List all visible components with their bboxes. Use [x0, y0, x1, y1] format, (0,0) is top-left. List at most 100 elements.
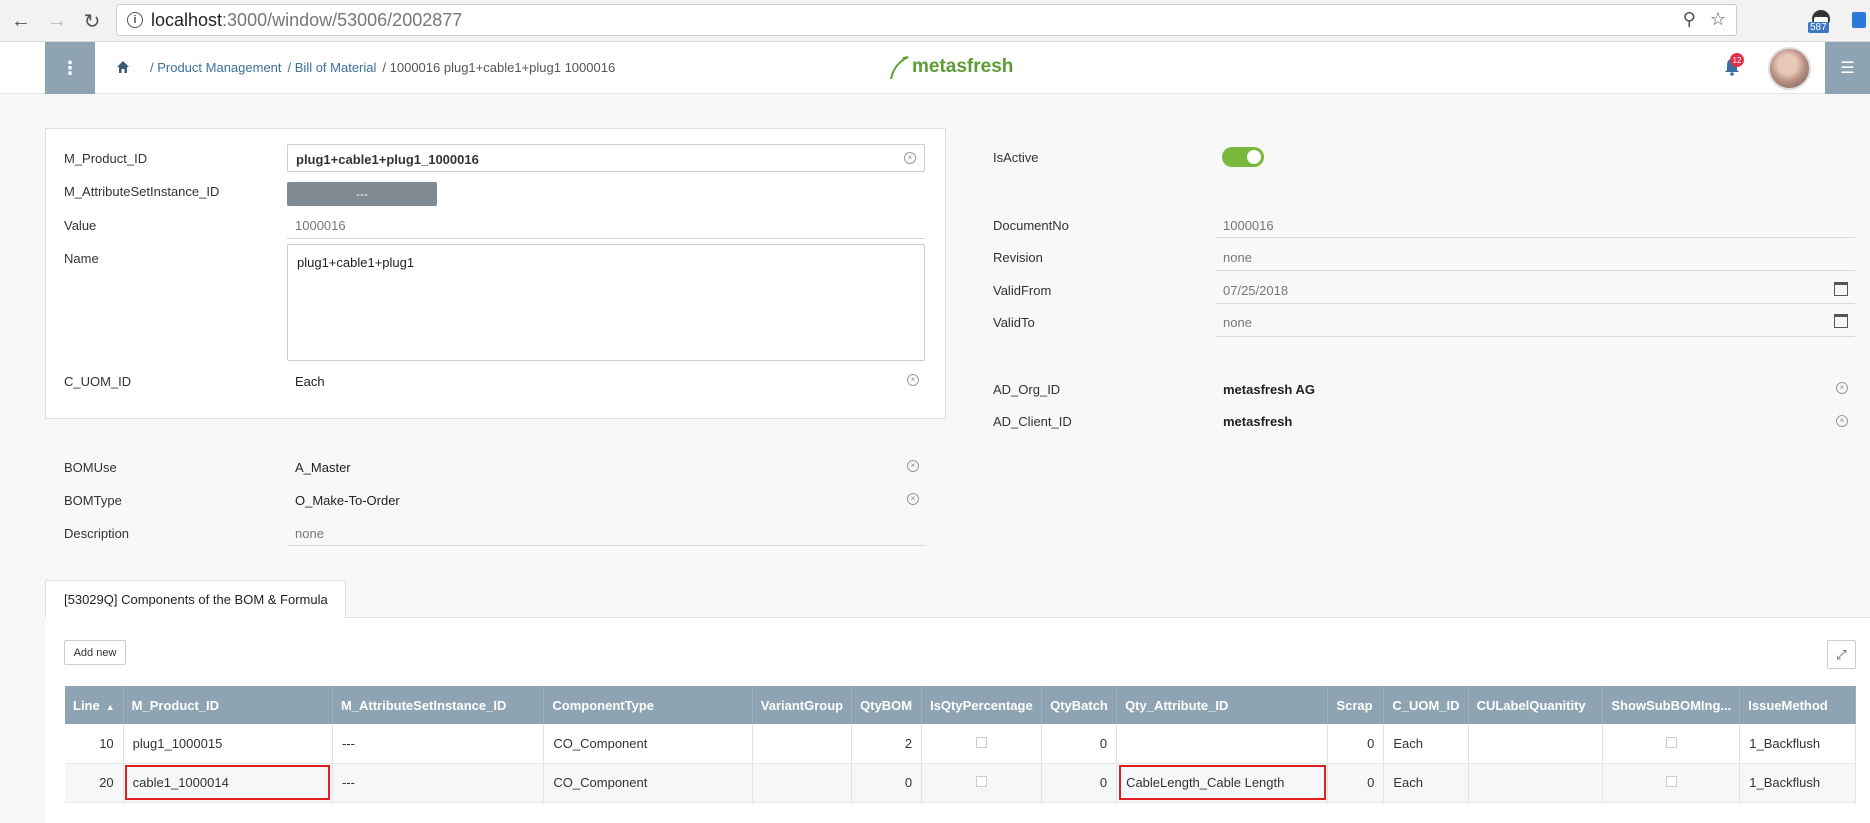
tab-bom-components[interactable]: [53029Q] Components of the BOM & Formula — [45, 580, 346, 618]
tab-label: [53029Q] Components of the BOM & Formula — [64, 592, 328, 607]
cell-qtybom[interactable]: 0 — [851, 763, 923, 803]
uom-label: C_UOM_ID — [64, 374, 132, 389]
col-header-product[interactable]: M_Product_ID — [123, 686, 333, 724]
isqtypercentage-checkbox[interactable] — [976, 776, 988, 787]
col-header-variantgroup[interactable]: VariantGroup — [752, 686, 853, 724]
cell-asi[interactable]: --- — [332, 763, 545, 803]
cell-asi[interactable]: --- — [332, 724, 545, 764]
description-label: Description — [64, 526, 130, 541]
expand-icon[interactable]: ⤢ — [1827, 640, 1856, 669]
back-icon[interactable]: ← — [8, 8, 34, 34]
breadcrumb-current-record[interactable]: / 1000016 plug1+cable1+plug1 1000016 — [382, 60, 615, 75]
breadcrumb-product-management[interactable]: / Product Management — [150, 60, 282, 75]
cell-line[interactable]: 10 — [65, 724, 124, 764]
revision-field[interactable]: none — [1223, 250, 1252, 265]
col-header-uom[interactable]: C_UOM_ID — [1383, 686, 1469, 724]
table-row[interactable]: 10 plug1_1000015 --- CO_Component 2 0 0 … — [65, 724, 1856, 764]
product-label: M_Product_ID — [64, 151, 148, 166]
reload-icon[interactable]: ↻ — [79, 8, 105, 34]
showsubbom-checkbox[interactable] — [1665, 736, 1677, 748]
cell-variantgroup[interactable] — [752, 724, 853, 764]
col-header-culabel[interactable]: CULabelQuanitity — [1468, 686, 1604, 724]
isactive-toggle[interactable] — [1222, 147, 1264, 167]
cell-product[interactable]: plug1_1000015 — [123, 724, 333, 764]
cell-qtybom[interactable]: 2 — [851, 724, 923, 764]
col-header-qtybatch[interactable]: QtyBatch — [1041, 686, 1118, 724]
cell-scrap[interactable]: 0 — [1327, 763, 1385, 803]
col-header-showsubbom[interactable]: ShowSubBOMIng... — [1602, 686, 1741, 724]
col-header-line[interactable]: Line ▲ — [65, 686, 124, 724]
add-new-button[interactable]: Add new — [64, 640, 126, 665]
cell-culabel[interactable] — [1468, 763, 1604, 803]
user-avatar[interactable] — [1768, 47, 1811, 90]
cell-line[interactable]: 20 — [65, 763, 124, 803]
cell-showsubbom[interactable] — [1602, 763, 1741, 803]
col-header-scrap[interactable]: Scrap — [1327, 686, 1385, 724]
info-icon[interactable]: i — [127, 12, 143, 28]
cell-isqtypercentage[interactable] — [921, 724, 1043, 764]
cell-issuemethod[interactable]: 1_Backflush — [1739, 763, 1856, 803]
cell-uom[interactable]: Each — [1383, 724, 1469, 764]
browser-toolbar: ← → ↻ i localhost:3000/window/53006/2002… — [0, 0, 1870, 42]
breadcrumb-bill-of-material[interactable]: / Bill of Material — [288, 60, 377, 75]
extension-icon-2[interactable] — [1852, 12, 1866, 28]
name-value: plug1+cable1+plug1 — [297, 255, 415, 270]
uom-value[interactable]: Each — [295, 374, 325, 389]
cell-uom[interactable]: Each — [1383, 763, 1469, 803]
bomuse-clear-icon[interactable]: × — [907, 460, 919, 472]
org-clear-icon[interactable]: × — [1836, 382, 1848, 394]
cell-issuemethod[interactable]: 1_Backflush — [1739, 724, 1856, 764]
forward-icon[interactable]: → — [44, 8, 70, 34]
uom-clear-icon[interactable]: × — [907, 374, 919, 386]
bookmark-star-icon[interactable]: ☆ — [1710, 9, 1726, 30]
cell-qtyattribute[interactable] — [1116, 724, 1329, 764]
documentno-field[interactable]: 1000016 — [1223, 218, 1274, 233]
col-header-isqtypercentage[interactable]: IsQtyPercentage — [921, 686, 1043, 724]
client-value[interactable]: metasfresh — [1223, 414, 1292, 429]
cell-culabel[interactable] — [1468, 724, 1604, 764]
documentno-label: DocumentNo — [993, 218, 1069, 233]
address-bar[interactable]: i localhost:3000/window/53006/2002877 ⚲ … — [116, 4, 1737, 36]
bomuse-value[interactable]: A_Master — [295, 460, 351, 475]
col-header-issuemethod[interactable]: IssueMethod — [1739, 686, 1856, 724]
extension-badge: 587 — [1808, 22, 1829, 33]
home-icon[interactable] — [116, 60, 130, 74]
asi-button[interactable]: --- — [287, 182, 437, 206]
cell-componenttype[interactable]: CO_Component — [543, 724, 753, 764]
validto-calendar-icon[interactable] — [1834, 314, 1848, 328]
validfrom-calendar-icon[interactable] — [1834, 282, 1848, 296]
cell-product[interactable]: cable1_1000014 — [123, 763, 333, 803]
table-row[interactable]: 20 cable1_1000014 --- CO_Component 0 0 C… — [65, 763, 1856, 803]
bomtype-value[interactable]: O_Make-To-Order — [295, 493, 400, 508]
bom-components-table: Line ▲ M_Product_ID M_AttributeSetInstanc… — [65, 686, 1856, 803]
cell-qtybatch[interactable]: 0 — [1041, 763, 1118, 803]
cell-isqtypercentage[interactable] — [921, 763, 1043, 803]
value-label: Value — [64, 218, 97, 233]
client-clear-icon[interactable]: × — [1836, 415, 1848, 427]
validfrom-field[interactable]: 07/25/2018 — [1223, 283, 1288, 298]
cell-variantgroup[interactable] — [752, 763, 853, 803]
zoom-icon[interactable]: ⚲ — [1683, 9, 1696, 30]
description-field[interactable]: none — [295, 526, 324, 541]
col-header-qtyattribute[interactable]: Qty_Attribute_ID — [1116, 686, 1329, 724]
url-path: :3000/window/53006/2002877 — [222, 9, 463, 30]
isqtypercentage-checkbox[interactable] — [976, 736, 988, 748]
col-header-qtybom[interactable]: QtyBOM — [851, 686, 923, 724]
bomtype-clear-icon[interactable]: × — [907, 493, 919, 505]
product-clear-icon[interactable]: × — [904, 152, 916, 164]
cell-qtyattribute[interactable]: CableLength_Cable Length — [1116, 763, 1329, 803]
menu-icon[interactable]: ⋮ — [45, 42, 95, 94]
org-value[interactable]: metasfresh AG — [1223, 382, 1315, 397]
validto-field[interactable]: none — [1223, 315, 1252, 330]
cell-scrap[interactable]: 0 — [1327, 724, 1385, 764]
col-header-componenttype[interactable]: ComponentType — [543, 686, 753, 724]
description-underline — [287, 545, 925, 546]
cell-qtybatch[interactable]: 0 — [1041, 724, 1118, 764]
cell-componenttype[interactable]: CO_Component — [543, 763, 753, 803]
value-field[interactable]: 1000016 — [295, 218, 346, 233]
showsubbom-checkbox[interactable] — [1665, 776, 1677, 787]
validto-label: ValidTo — [993, 315, 1035, 330]
col-header-asi[interactable]: M_AttributeSetInstance_ID — [332, 686, 545, 724]
cell-showsubbom[interactable] — [1602, 724, 1741, 764]
side-list-icon[interactable]: ☰ — [1825, 42, 1870, 94]
